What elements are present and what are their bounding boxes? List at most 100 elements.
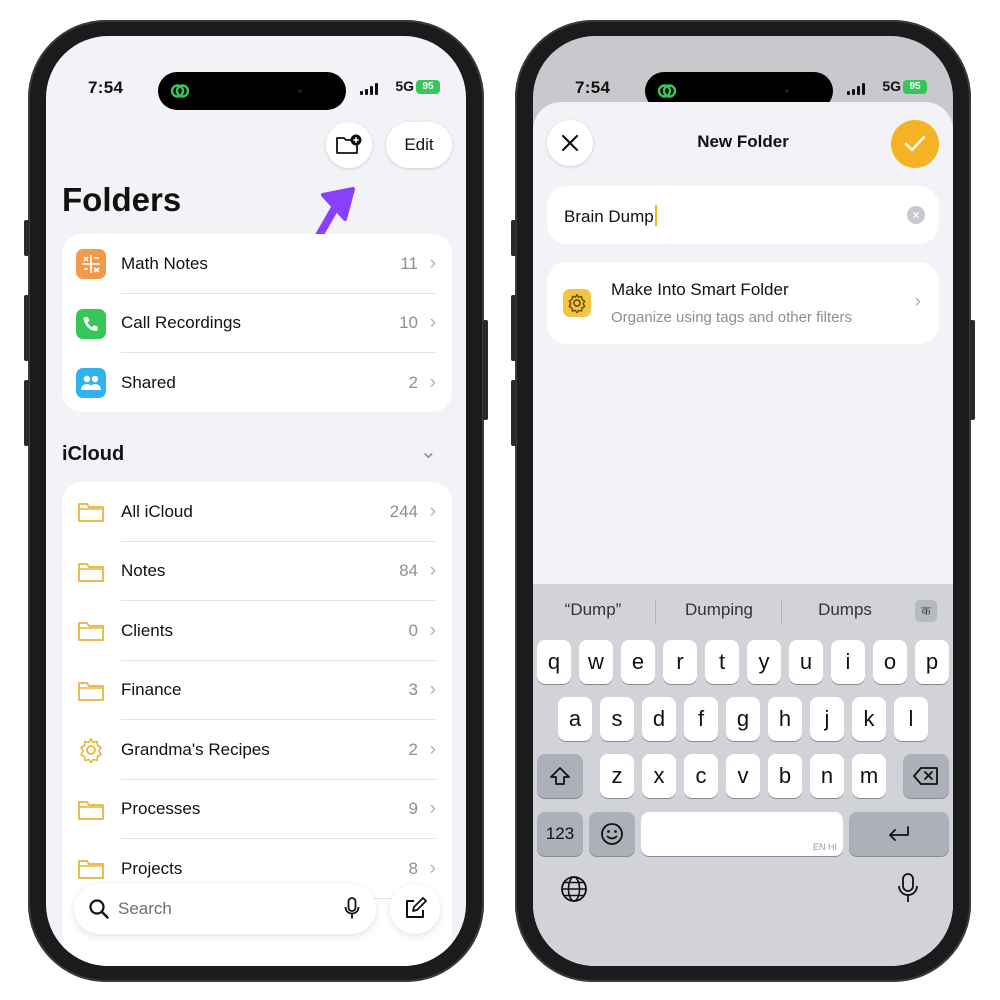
folder-name-field[interactable]: Brain Dump × (547, 186, 939, 244)
key-k[interactable]: k (852, 697, 886, 741)
search-field[interactable]: Search (74, 884, 376, 934)
edit-button[interactable]: Edit (386, 122, 452, 168)
key-y[interactable]: y (747, 640, 781, 684)
folder-label: Finance (121, 680, 182, 700)
key-w[interactable]: w (579, 640, 613, 684)
shift-key[interactable] (537, 754, 583, 798)
folder-row-math-notes[interactable]: Math Notes 11 › (62, 234, 452, 294)
delete-key[interactable] (903, 754, 949, 798)
key-q[interactable]: q (537, 640, 571, 684)
phone-icon (76, 308, 106, 339)
battery-icon: 95 (903, 80, 927, 94)
numbers-key[interactable]: 123 (537, 812, 583, 856)
key-r[interactable]: r (663, 640, 697, 684)
camera-dot (298, 89, 302, 93)
chevron-down-icon[interactable]: ⌄ (420, 439, 437, 464)
chevron-right-icon: › (429, 500, 436, 522)
folder-label: Projects (121, 858, 183, 878)
compose-button[interactable] (390, 884, 440, 934)
key-g[interactable]: g (726, 697, 760, 741)
key-c[interactable]: c (684, 754, 718, 798)
emoji-icon (601, 823, 623, 845)
language-chip[interactable]: क (915, 600, 937, 622)
side-button (511, 220, 516, 256)
folder-icon (76, 497, 106, 527)
gear-icon (76, 735, 106, 765)
dynamic-island (158, 72, 346, 110)
space-key[interactable]: EN HI (641, 812, 843, 856)
key-b[interactable]: b (768, 754, 802, 798)
microphone-icon[interactable] (344, 897, 360, 921)
page-title: Folders (62, 181, 182, 218)
key-o[interactable]: o (873, 640, 907, 684)
suggestion-dumping[interactable]: Dumping (659, 600, 779, 620)
signal-icon (360, 83, 380, 95)
folder-row-call-recordings[interactable]: Call Recordings 10 › (62, 294, 452, 353)
suggestion-quoted[interactable]: “Dump” (533, 600, 653, 620)
key-l[interactable]: l (894, 697, 928, 741)
folder-row-processes[interactable]: Processes 9 › (62, 780, 452, 839)
key-v[interactable]: v (726, 754, 760, 798)
suggestion-divider (655, 600, 656, 624)
status-time: 7:54 (88, 78, 124, 97)
key-n[interactable]: n (810, 754, 844, 798)
folder-count: 10 (399, 313, 418, 333)
side-button (511, 295, 516, 361)
folder-row-shared[interactable]: Shared 2 › (62, 353, 452, 412)
smart-folder-option[interactable]: Make Into Smart Folder Organize using ta… (547, 262, 939, 344)
chevron-right-icon: › (429, 679, 436, 701)
folder-count: 244 (389, 501, 418, 521)
key-a[interactable]: a (558, 697, 592, 741)
folder-row-clients[interactable]: Clients 0 › (62, 601, 452, 661)
folder-row-all-icloud[interactable]: All iCloud 244 › (62, 482, 452, 542)
smart-folder-title: Make Into Smart Folder (611, 280, 789, 299)
key-s[interactable]: s (600, 697, 634, 741)
done-button[interactable] (891, 120, 939, 168)
key-p[interactable]: p (915, 640, 949, 684)
left-phone: 7:54 5G 95 Edit Folders Math Notes 11 › … (24, 20, 488, 982)
keyboard: “Dump” Dumping Dumps क q w e r t y u i o… (533, 584, 953, 966)
key-e[interactable]: e (621, 640, 655, 684)
section-title-icloud[interactable]: iCloud (62, 443, 124, 466)
globe-icon[interactable] (559, 874, 589, 904)
search-placeholder: Search (118, 899, 172, 918)
folder-row-notes[interactable]: Notes 84 › (62, 542, 452, 601)
folder-icon (76, 676, 106, 706)
key-j[interactable]: j (810, 697, 844, 741)
folder-label: Math Notes (121, 253, 208, 273)
key-m[interactable]: m (852, 754, 886, 798)
shift-icon (550, 767, 570, 785)
right-phone: 7:54 5G 95 New Folder Brain Dump × Make … (511, 20, 975, 982)
key-h[interactable]: h (768, 697, 802, 741)
clear-text-icon[interactable]: × (907, 206, 925, 224)
key-f[interactable]: f (684, 697, 718, 741)
search-icon (89, 899, 109, 919)
folder-row-finance[interactable]: Finance 3 › (62, 661, 452, 720)
folder-label: Notes (121, 561, 166, 581)
key-x[interactable]: x (642, 754, 676, 798)
compose-icon (406, 897, 427, 918)
key-d[interactable]: d (642, 697, 676, 741)
suggestion-dumps[interactable]: Dumps (785, 600, 905, 620)
return-key[interactable] (849, 812, 949, 856)
signal-icon (847, 83, 867, 95)
chevron-right-icon: › (429, 560, 436, 582)
new-folder-button[interactable] (326, 122, 372, 168)
key-u[interactable]: u (789, 640, 823, 684)
emoji-key[interactable] (589, 812, 635, 856)
link-activity-icon (657, 84, 677, 98)
folder-row-grandmas-recipes[interactable]: Grandma's Recipes 2 › (62, 720, 452, 780)
text-caret (654, 205, 657, 226)
key-z[interactable]: z (600, 754, 634, 798)
folder-icon (76, 854, 106, 884)
key-t[interactable]: t (705, 640, 739, 684)
side-button (970, 320, 975, 420)
link-activity-icon (170, 84, 190, 98)
folder-label: Clients (121, 620, 173, 640)
folder-count: 2 (408, 739, 418, 759)
key-i[interactable]: i (831, 640, 865, 684)
sheet-title: New Folder (697, 132, 789, 151)
dictation-microphone-icon[interactable] (897, 872, 919, 904)
network-label: 5G (395, 78, 414, 94)
new-folder-icon (336, 134, 362, 154)
